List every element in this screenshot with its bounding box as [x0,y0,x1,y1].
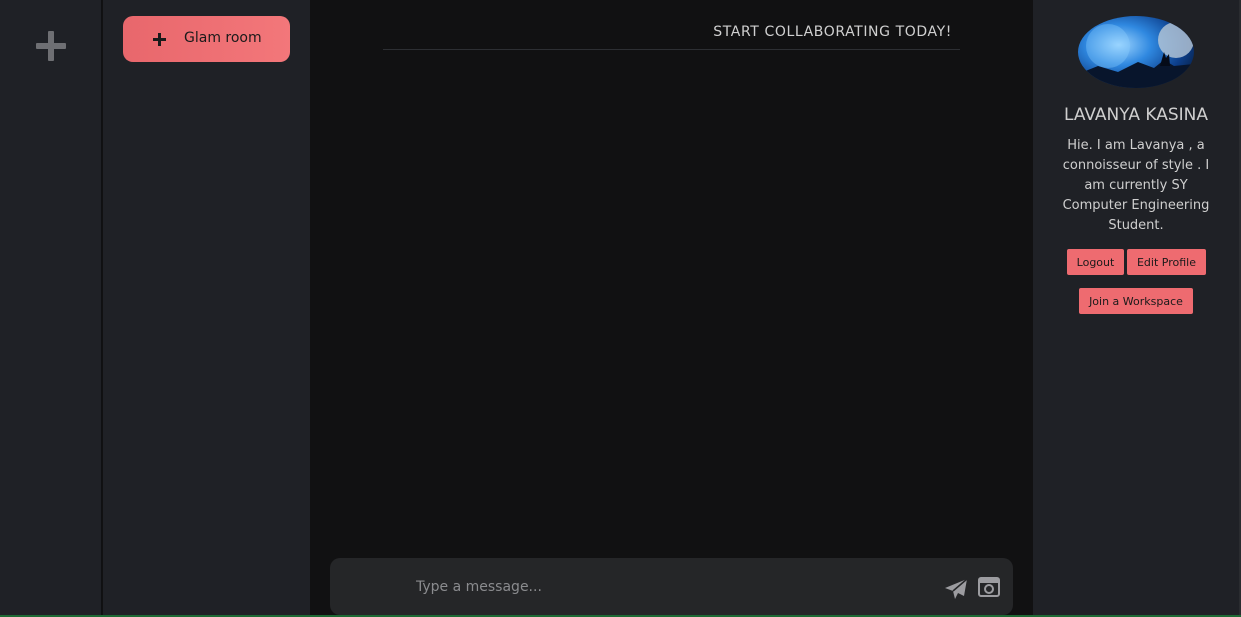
avatar[interactable] [1078,16,1194,88]
room-item-label: Glam room [184,30,262,46]
chat-title: START COLLABORATING TODAY! [713,24,952,40]
message-composer [330,558,1013,615]
message-input[interactable] [416,576,936,598]
profile-bio: Hie. I am Lavanya , a connoisseur of sty… [1062,138,1210,233]
chat-header: START COLLABORATING TODAY! [383,0,960,50]
edit-profile-button[interactable]: Edit Profile [1127,249,1206,275]
plus-icon [153,33,166,46]
camera-icon[interactable] [978,577,1000,597]
room-list: Glam room [103,0,310,615]
room-item-glam-room[interactable]: Glam room [123,16,290,62]
workspace-rail [0,0,102,615]
logout-button[interactable]: Logout [1067,249,1124,275]
plus-icon[interactable] [36,31,66,61]
app-window: Glam room START COLLABORATING TODAY! Typ… [0,0,1241,617]
join-workspace-button[interactable]: Join a Workspace [1079,288,1193,314]
profile-panel: LAVANYA KASINA Hie. I am Lavanya , a con… [1033,0,1239,615]
chat-area: START COLLABORATING TODAY! [310,0,1033,615]
send-icon[interactable] [944,578,968,600]
profile-name: LAVANYA KASINA [1063,105,1209,125]
